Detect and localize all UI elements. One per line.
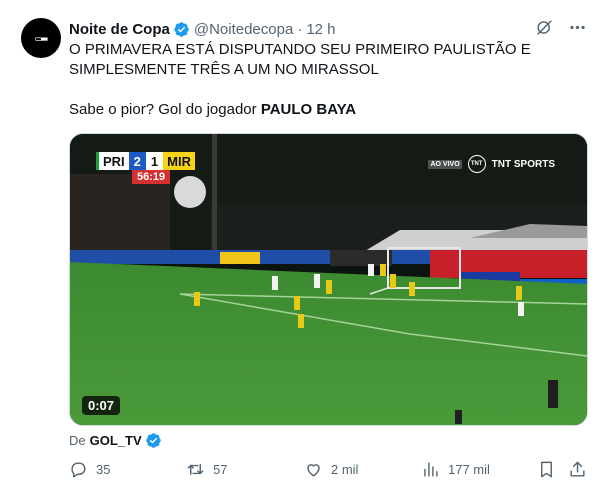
broadcaster-logo: AO VIVO TNT TNT SPORTS <box>428 155 555 173</box>
share-button[interactable] <box>568 460 595 479</box>
tnt-icon: TNT <box>467 155 486 173</box>
verified-badge-icon <box>174 21 189 37</box>
live-badge: AO VIVO <box>428 159 462 169</box>
more-options-icon[interactable] <box>568 18 587 37</box>
source-name[interactable]: GOL_TV <box>90 433 142 448</box>
verified-badge-icon <box>145 432 161 448</box>
like-button[interactable]: 2 mil <box>304 460 358 479</box>
video-player[interactable]: PRI 2 1 MIR 56:19 AO VIVO TNT TNT SPORTS… <box>69 133 588 426</box>
avatar[interactable]: ▭▬ <box>21 18 61 58</box>
away-goals: 1 <box>145 152 164 170</box>
reply-count: 35 <box>96 462 111 477</box>
tweet-text-bold: PAULO BAYA <box>260 101 357 118</box>
analytics-icon <box>424 462 438 477</box>
tweet-timestamp[interactable]: 12 h <box>306 21 335 38</box>
scoreboard: PRI 2 1 MIR <box>96 152 195 170</box>
tweet-line: O PRIMAVERA ESTÁ DISPUTANDO SEU PRIMEIRO… <box>69 41 531 58</box>
tweet-card[interactable]: ▭▬ Noite de Copa @Noitedecopa · 12 h O P… <box>0 0 603 496</box>
home-goals: 2 <box>128 152 146 170</box>
share-icon <box>570 461 585 477</box>
heart-icon <box>307 464 320 477</box>
video-source: De GOL_TV <box>69 430 162 450</box>
avatar-logo: ▭▬ <box>35 31 47 45</box>
tweet-text: O PRIMAVERA ESTÁ DISPUTANDO SEU PRIMEIRO… <box>69 40 569 120</box>
grok-icon[interactable] <box>535 18 554 37</box>
tweet-actions: 35 57 2 mil 177 mil <box>69 460 589 482</box>
tweet-line: SIMPLESMENTE TRÊS A UM NO MIRASSOL <box>69 61 379 78</box>
tweet-header: Noite de Copa @Noitedecopa · 12 h <box>69 19 336 39</box>
repost-button[interactable]: 57 <box>186 460 227 479</box>
tweet-text-prefix: Sabe o pior? Gol do jogador <box>69 101 261 118</box>
bookmark-button[interactable] <box>537 460 564 479</box>
tweet-line: Sabe o pior? Gol do jogador PAULO BAYA <box>69 100 569 120</box>
match-clock: 56:19 <box>132 170 171 184</box>
broadcaster-name: TNT SPORTS <box>491 158 555 170</box>
views-button[interactable]: 177 mil <box>421 460 490 479</box>
like-count: 2 mil <box>331 462 359 477</box>
repost-count: 57 <box>213 462 228 477</box>
bookmark-icon <box>541 461 552 478</box>
view-count: 177 mil <box>448 462 490 477</box>
video-duration: 0:07 <box>82 396 121 415</box>
header-separator: · <box>297 20 303 38</box>
repost-icon <box>187 464 204 475</box>
author-handle[interactable]: @Noitedecopa <box>194 21 293 38</box>
reply-icon <box>71 462 86 478</box>
away-team: MIR <box>163 152 195 170</box>
source-prefix: De <box>69 432 86 448</box>
home-team: PRI <box>96 152 129 170</box>
top-actions <box>535 18 587 37</box>
reply-button[interactable]: 35 <box>69 460 110 479</box>
author-display-name[interactable]: Noite de Copa <box>69 21 170 38</box>
